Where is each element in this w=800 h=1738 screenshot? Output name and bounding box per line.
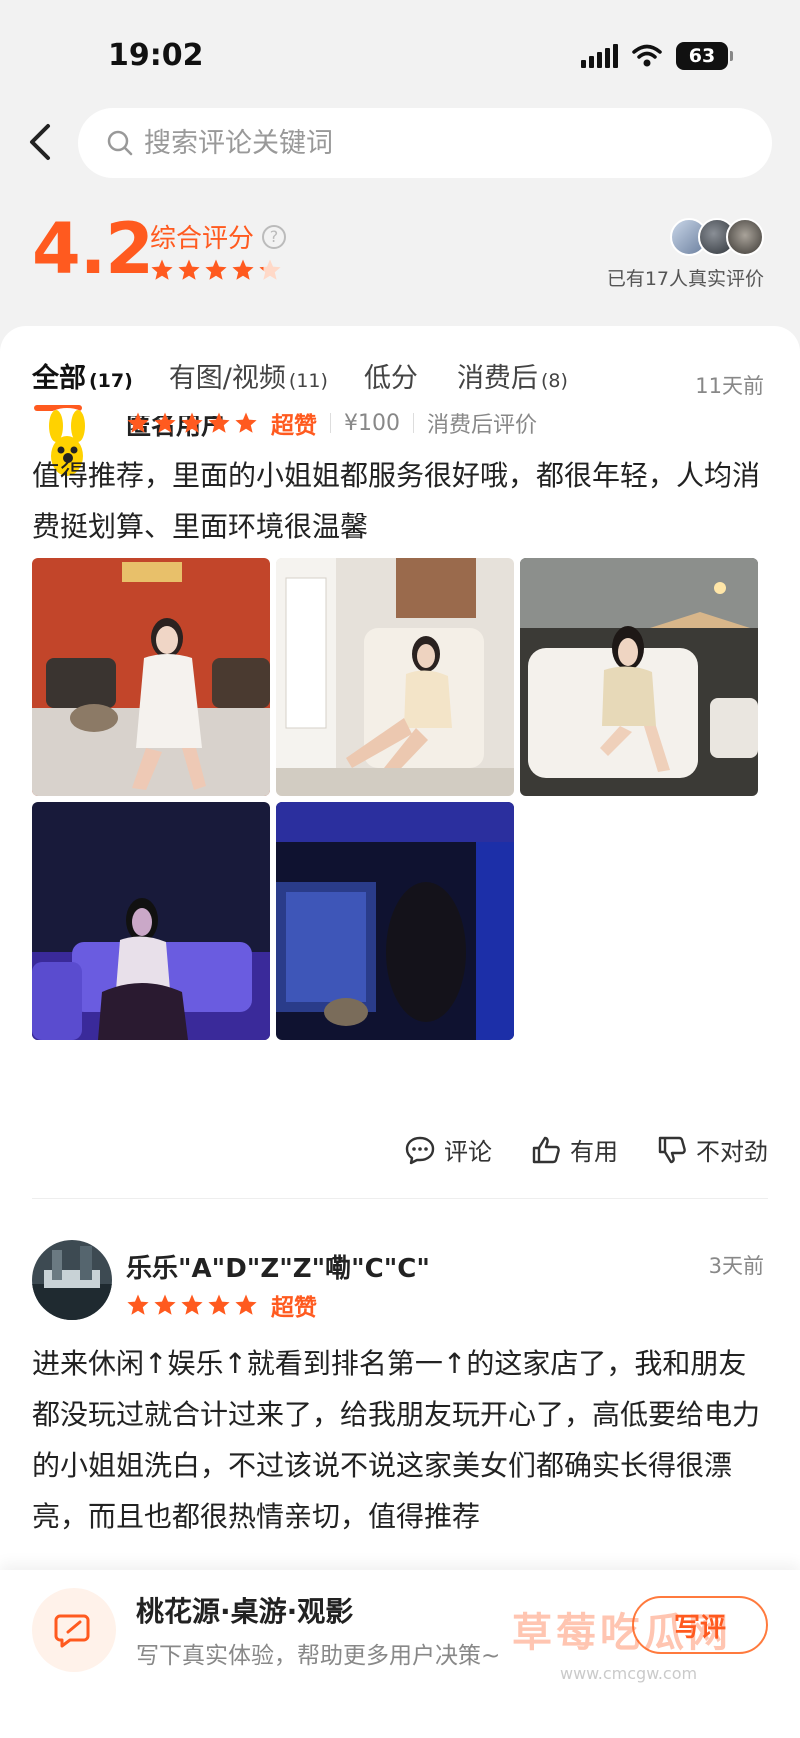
star-icon [208,1294,230,1315]
rating-level: 超赞 [271,413,317,439]
avatar [726,218,764,256]
divider [32,1198,768,1199]
status-time: 19:02 [108,38,204,73]
review-tag: 消费后评价 [427,413,538,438]
thumbs-up-icon [532,1136,560,1163]
star-icon [259,259,281,280]
review-photo[interactable] [276,802,514,1040]
star-icon [127,412,149,433]
tab-label: 低分 [363,363,418,394]
review-text: 进来休闲↑娱乐↑就看到排名第一↑的这家店了，我和朋友都没玩过就合计过来了，给我朋… [32,1347,761,1533]
tab-media[interactable]: 有图/视频 (11) [169,356,328,395]
reviewer-avatars [670,218,764,256]
tab-count: (17) [89,370,133,392]
watermark-url: www.cmcgw.com [560,1664,698,1683]
star-icon [208,412,230,433]
reviewer-name[interactable]: 乐乐"A"D"Z"Z"嘞"C"C" [126,1248,430,1285]
star-icon [151,259,173,280]
avatar[interactable] [32,1240,112,1320]
star-icon [232,259,254,280]
separator [330,413,331,433]
review-text: 值得推荐，里面的小姐姐都服务很好哦，都很年轻，人均消费挺划算、里面环境很温馨 [32,459,761,543]
search-icon [107,130,133,156]
tab-count: (8) [540,370,568,392]
thumbs-down-icon [658,1136,686,1163]
review-photo[interactable] [520,558,758,796]
comment-label: 评论 [444,1138,492,1166]
shop-name: 桃花源·桌游·观影 [136,1595,354,1628]
battery-icon: 63 [676,42,733,70]
filter-tabs: 全部 (17) 有图/视频 (11) 低分 消费后 (8) [32,356,568,411]
wrong-label: 不对劲 [696,1138,768,1166]
write-review-icon-button[interactable] [32,1588,116,1672]
tab-label: 全部 [32,363,86,394]
comment-button[interactable]: 评论 [404,1132,492,1167]
reviews-panel: 全部 (17) 有图/视频 (11) 低分 消费后 (8) 匿名用户 11天前 超赞 … [0,326,800,1738]
help-icon[interactable]: ? [262,224,287,249]
review-meta: 超赞 ¥100 消费后评价 [126,406,537,440]
tab-all[interactable]: 全部 (17) [32,356,133,411]
rating-level: 超赞 [271,1295,317,1321]
tab-after-purchase[interactable]: 消费后 (8) [457,356,568,395]
search-bar[interactable] [78,108,772,178]
review-count: 已有17人真实评价 [606,268,764,290]
separator [413,413,414,433]
score-label: 综合评分 ? [150,218,287,255]
tab-low-score[interactable]: 低分 [364,356,421,395]
status-icons: 63 [581,42,733,70]
overall-score: 4.2 [32,208,154,290]
shop-subtitle: 写下真实体验，帮助更多用户决策~ [136,1643,501,1669]
comment-icon [405,1136,435,1164]
review-time: 3天前 [708,1254,764,1278]
status-bar: 19:02 63 [0,0,800,100]
tab-label: 有图/视频 [168,363,286,394]
star-icon [154,412,176,433]
summary-stars [150,258,282,282]
review-meta: 超赞 [126,1288,317,1322]
review-photo[interactable] [32,802,270,1040]
review-stars [126,411,258,435]
star-icon [181,1294,203,1315]
star-icon [205,259,227,280]
review-photo[interactable] [276,558,514,796]
useful-button[interactable]: 有用 [530,1132,618,1167]
back-button[interactable] [22,122,62,162]
review-time: 11天前 [695,374,764,398]
star-icon [154,1294,176,1315]
star-icon [127,1294,149,1315]
star-icon [181,412,203,433]
score-label-text: 综合评分 [150,224,255,254]
star-icon [235,412,257,433]
review-stars [126,1293,258,1317]
tab-label: 消费后 [456,363,538,394]
useful-label: 有用 [570,1138,618,1166]
back-arrow-icon [30,124,50,160]
price-per-person: ¥100 [344,410,400,436]
wrong-button[interactable]: 不对劲 [656,1132,768,1167]
bottom-bar: 桃花源·桌游·观影 写下真实体验，帮助更多用户决策~ 写评 草莓吃瓜网 www.… [0,1570,800,1738]
tab-count: (11) [288,370,328,392]
search-input[interactable] [144,127,704,159]
star-icon [235,1294,257,1315]
review-actions: 评论 有用 不对劲 [404,1132,768,1167]
star-icon [178,259,200,280]
review-photo[interactable] [32,558,270,796]
signal-icon [581,44,618,68]
watermark: 草莓吃瓜网 [512,1610,732,1656]
wifi-icon [632,44,662,67]
edit-icon [54,1614,90,1648]
